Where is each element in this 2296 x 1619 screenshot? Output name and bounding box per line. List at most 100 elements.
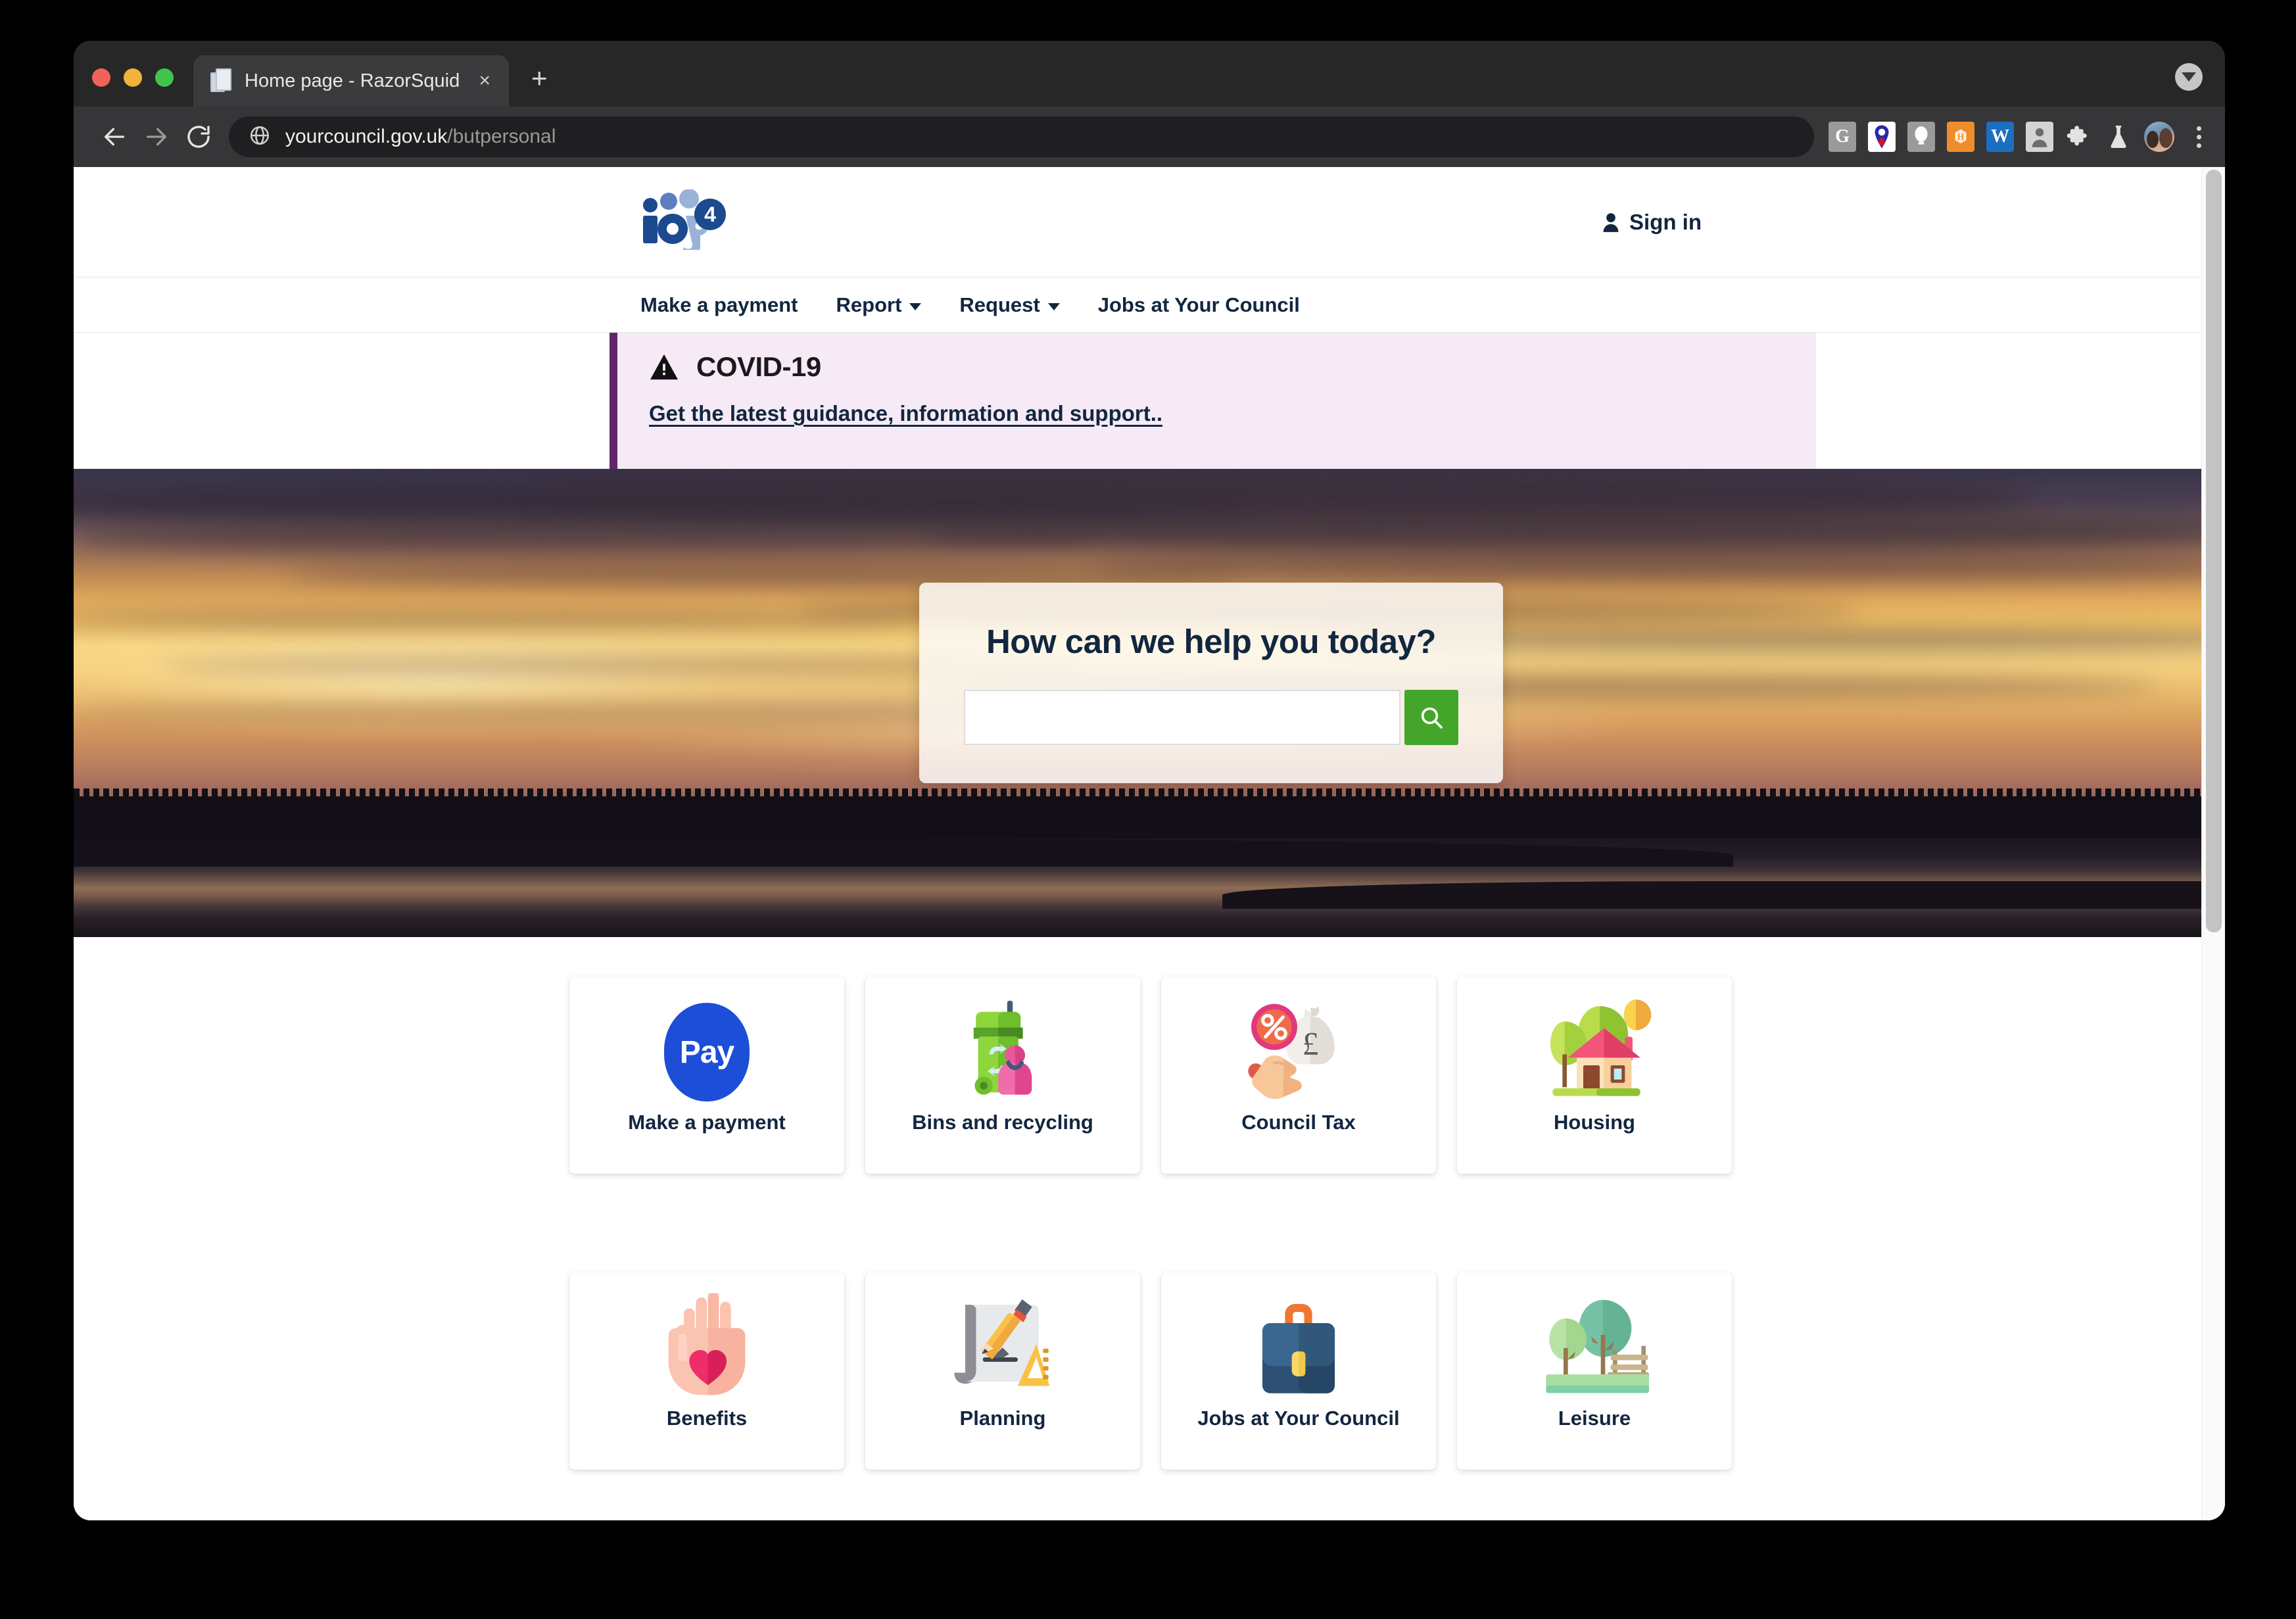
house-icon	[1537, 994, 1652, 1111]
person-icon	[1603, 212, 1619, 232]
nav-label: Make a payment	[640, 293, 798, 316]
covid-banner: COVID-19 Get the latest guidance, inform…	[610, 333, 1816, 469]
new-tab-button[interactable]: +	[531, 64, 548, 92]
tile-council-tax[interactable]: £ Council Tax	[1161, 977, 1436, 1174]
tile-label: Leisure	[1558, 1407, 1631, 1430]
cloud	[924, 511, 2201, 554]
chevron-down-icon	[1047, 303, 1060, 310]
search-heading: How can we help you today?	[986, 623, 1437, 660]
tile-housing[interactable]: Housing	[1457, 977, 1732, 1174]
tile-jobs-at-your-council[interactable]: Jobs at Your Council	[1161, 1272, 1436, 1470]
tile-label: Planning	[959, 1407, 1046, 1430]
search-button[interactable]	[1404, 690, 1458, 745]
warning-triangle-icon	[650, 354, 678, 380]
ieg4-logo[interactable]: 4	[636, 189, 734, 250]
tab-title: Home page - RazorSquid	[245, 70, 460, 91]
main-navigation: Make a payment Report Request Jobs at Yo…	[74, 278, 2201, 333]
wikipedia-extension-icon[interactable]: W	[1986, 122, 2014, 152]
river-bank-far	[1222, 881, 2201, 909]
browser-toolbar: yourcouncil.gov.uk/butpersonal G H W	[74, 107, 2225, 167]
url-path: /butpersonal	[447, 126, 556, 147]
tile-bins-and-recycling[interactable]: Bins and recycling	[865, 977, 1140, 1174]
location-pin-extension-icon[interactable]	[1868, 122, 1896, 152]
nav-label: Request	[959, 293, 1040, 316]
blueprint-pencil-icon	[945, 1290, 1061, 1407]
nav-label: Jobs at Your Council	[1097, 293, 1300, 316]
tabstrip-right-controls	[2175, 63, 2203, 91]
nav-item-jobs-at-your-council[interactable]: Jobs at Your Council	[1098, 293, 1300, 317]
treeline-silhouette	[74, 788, 2201, 839]
url-text: yourcouncil.gov.uk/butpersonal	[285, 126, 556, 148]
flask-labs-icon[interactable]	[2105, 122, 2132, 152]
browser-window: Home page - RazorSquid × + yourcouncil.g…	[74, 41, 2225, 1520]
site-header: 4 Sign in	[74, 167, 2201, 278]
covid-guidance-link[interactable]: Get the latest guidance, information and…	[649, 401, 1162, 426]
briefcase-icon	[1242, 1290, 1355, 1407]
back-arrow-icon[interactable]	[93, 116, 135, 158]
nav-item-report[interactable]: Report	[836, 293, 922, 317]
maximize-window-button[interactable]	[155, 68, 174, 87]
window-controls	[92, 68, 193, 107]
kebab-menu-icon[interactable]	[2186, 126, 2208, 148]
service-tiles-grid: Pay Make a payment Bins and recycling £ …	[74, 977, 2201, 1470]
browser-tab[interactable]: Home page - RazorSquid ×	[193, 55, 509, 107]
page-scrollbar[interactable]	[2201, 167, 2225, 1520]
service-tiles-section: Pay Make a payment Bins and recycling £ …	[74, 937, 2201, 1470]
hero-search-card: How can we help you today?	[919, 583, 1503, 783]
hero-banner: How can we help you today?	[74, 469, 2201, 937]
document-icon	[210, 68, 233, 93]
tile-label: Jobs at Your Council	[1197, 1407, 1400, 1430]
forward-arrow-icon[interactable]	[135, 116, 178, 158]
svg-text:4: 4	[704, 203, 716, 226]
minimize-window-button[interactable]	[124, 68, 142, 87]
tile-label: Housing	[1554, 1111, 1635, 1134]
tile-label: Make a payment	[628, 1111, 786, 1134]
money-bag-hand-icon: £	[1241, 994, 1356, 1111]
extension-icons: G H W	[1829, 122, 2208, 152]
sign-in-label: Sign in	[1629, 209, 1702, 234]
lightbulb-extension-icon[interactable]	[1907, 122, 1935, 152]
svg-text:H: H	[1957, 132, 1965, 142]
search-icon	[1421, 707, 1443, 729]
cloud	[1095, 553, 2201, 581]
honey-extension-icon[interactable]: H	[1947, 122, 1974, 152]
tile-benefits[interactable]: Benefits	[569, 1272, 844, 1470]
url-domain: yourcouncil.gov.uk	[285, 126, 448, 147]
tile-make-a-payment[interactable]: Pay Make a payment	[569, 977, 844, 1174]
pay-icon: Pay	[664, 994, 750, 1111]
profile-avatar[interactable]	[2144, 122, 2174, 152]
park-bench-icon	[1537, 1290, 1652, 1407]
website-content: 4 Sign in Make a payment Report Request …	[74, 167, 2201, 1520]
nav-label: Report	[836, 293, 902, 316]
nav-item-request[interactable]: Request	[959, 293, 1060, 317]
download-indicator-icon[interactable]	[2175, 63, 2203, 91]
search-input[interactable]	[964, 690, 1401, 745]
close-tab-button[interactable]: ×	[472, 67, 497, 95]
tile-planning[interactable]: Planning	[865, 1272, 1140, 1470]
address-bar[interactable]: yourcouncil.gov.uk/butpersonal	[229, 116, 1814, 157]
tab-strip: Home page - RazorSquid × +	[74, 41, 2225, 107]
page-viewport: 4 Sign in Make a payment Report Request …	[74, 167, 2225, 1520]
search-row	[964, 690, 1458, 745]
puzzle-extensions-icon[interactable]	[2065, 122, 2093, 152]
grammarly-extension-icon[interactable]: G	[1829, 122, 1856, 152]
recycling-bin-icon	[947, 994, 1059, 1111]
scrollbar-thumb[interactable]	[2206, 170, 2222, 932]
tile-leisure[interactable]: Leisure	[1457, 1272, 1732, 1470]
chevron-down-icon	[909, 303, 922, 310]
reload-icon[interactable]	[178, 116, 220, 158]
svg-text:£: £	[1302, 1025, 1318, 1061]
hand-heart-icon	[651, 1290, 763, 1407]
covid-banner-header: COVID-19	[649, 351, 1816, 383]
cloud	[74, 609, 925, 631]
covid-banner-title: COVID-19	[696, 351, 821, 382]
nav-item-make-a-payment[interactable]: Make a payment	[640, 293, 798, 317]
tile-label: Council Tax	[1241, 1111, 1356, 1134]
globe-icon	[249, 124, 271, 150]
close-window-button[interactable]	[92, 68, 110, 87]
tile-label: Bins and recycling	[912, 1111, 1093, 1134]
covid-banner-wrapper: COVID-19 Get the latest guidance, inform…	[74, 333, 2201, 469]
sign-in-button[interactable]: Sign in	[1602, 210, 1702, 235]
tile-label: Benefits	[666, 1407, 748, 1430]
contact-extension-icon[interactable]	[2026, 122, 2053, 152]
